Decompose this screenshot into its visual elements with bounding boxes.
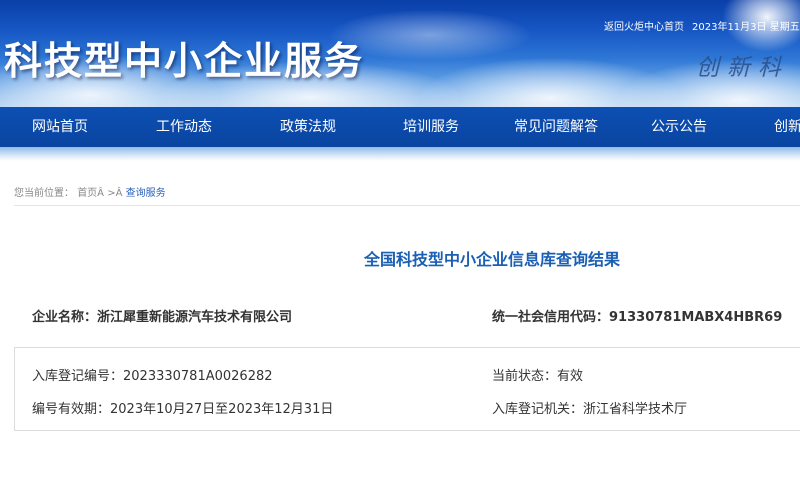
breadcrumb: 您当前位置： 首页Â >Â 查询服务 — [14, 184, 166, 199]
nav-item-policies[interactable]: 政策法规 — [280, 107, 336, 147]
status-value: 有效 — [557, 369, 584, 384]
nav-item-work-news[interactable]: 工作动态 — [156, 107, 212, 147]
company-name-row: 企业名称：浙江犀重新能源汽车技术有限公司 — [32, 306, 292, 325]
main-nav: 网站首页 工作动态 政策法规 培训服务 常见问题解答 公示公告 创新 — [0, 107, 800, 147]
registration-info-box — [14, 347, 800, 431]
validity-row: 编号有效期：2023年10月27日至2023年12月31日 — [32, 398, 333, 417]
breadcrumb-home-link[interactable]: 首页Â — [77, 188, 104, 199]
top-links: 返回火炬中心首页 2023年11月3日 星期五 — [604, 18, 800, 33]
authority-label: 入库登记机关： — [492, 402, 584, 417]
breadcrumb-prefix: 您当前位置： — [14, 188, 74, 199]
company-name-value: 浙江犀重新能源汽车技术有限公司 — [97, 310, 293, 325]
nav-item-announcements[interactable]: 公示公告 — [651, 107, 707, 147]
status-row: 当前状态：有效 — [492, 365, 583, 384]
registration-number-label: 入库登记编号： — [32, 369, 124, 384]
registration-number-value: 2023330781A0026282 — [123, 369, 273, 384]
header-banner: 科技型中小企业服务 创新科 返回火炬中心首页 2023年11月3日 星期五 — [0, 0, 800, 107]
authority-value: 浙江省科学技术厅 — [583, 402, 688, 417]
credit-code-label: 统一社会信用代码： — [492, 310, 610, 325]
nav-item-home[interactable]: 网站首页 — [32, 107, 88, 147]
company-name-label: 企业名称： — [32, 310, 98, 325]
credit-code-row: 统一社会信用代码：91330781MABX4HBR69 — [492, 306, 782, 325]
validity-label: 编号有效期： — [32, 402, 111, 417]
torch-center-home-link[interactable]: 返回火炬中心首页 — [604, 22, 684, 33]
authority-row: 入库登记机关：浙江省科学技术厅 — [492, 398, 687, 417]
registration-number-row: 入库登记编号：2023330781A0026282 — [32, 365, 273, 384]
breadcrumb-query-service-link[interactable]: 查询服务 — [126, 188, 166, 199]
breadcrumb-separator: >Â — [107, 188, 123, 199]
nav-item-training[interactable]: 培训服务 — [403, 107, 459, 147]
nav-item-innovation[interactable]: 创新 — [774, 107, 800, 147]
result-title: 全国科技型中小企业信息库查询结果 — [363, 250, 620, 269]
nav-item-faq[interactable]: 常见问题解答 — [514, 107, 598, 147]
status-label: 当前状态： — [492, 369, 558, 384]
current-date: 2023年11月3日 星期五 — [692, 22, 800, 33]
breadcrumb-divider — [14, 205, 800, 206]
site-slogan: 创新科 — [696, 55, 789, 81]
site-title: 科技型中小企业服务 — [4, 38, 365, 83]
nav-cloud-strip — [0, 147, 800, 161]
credit-code-value: 91330781MABX4HBR69 — [609, 310, 783, 325]
validity-value: 2023年10月27日至2023年12月31日 — [110, 402, 334, 417]
